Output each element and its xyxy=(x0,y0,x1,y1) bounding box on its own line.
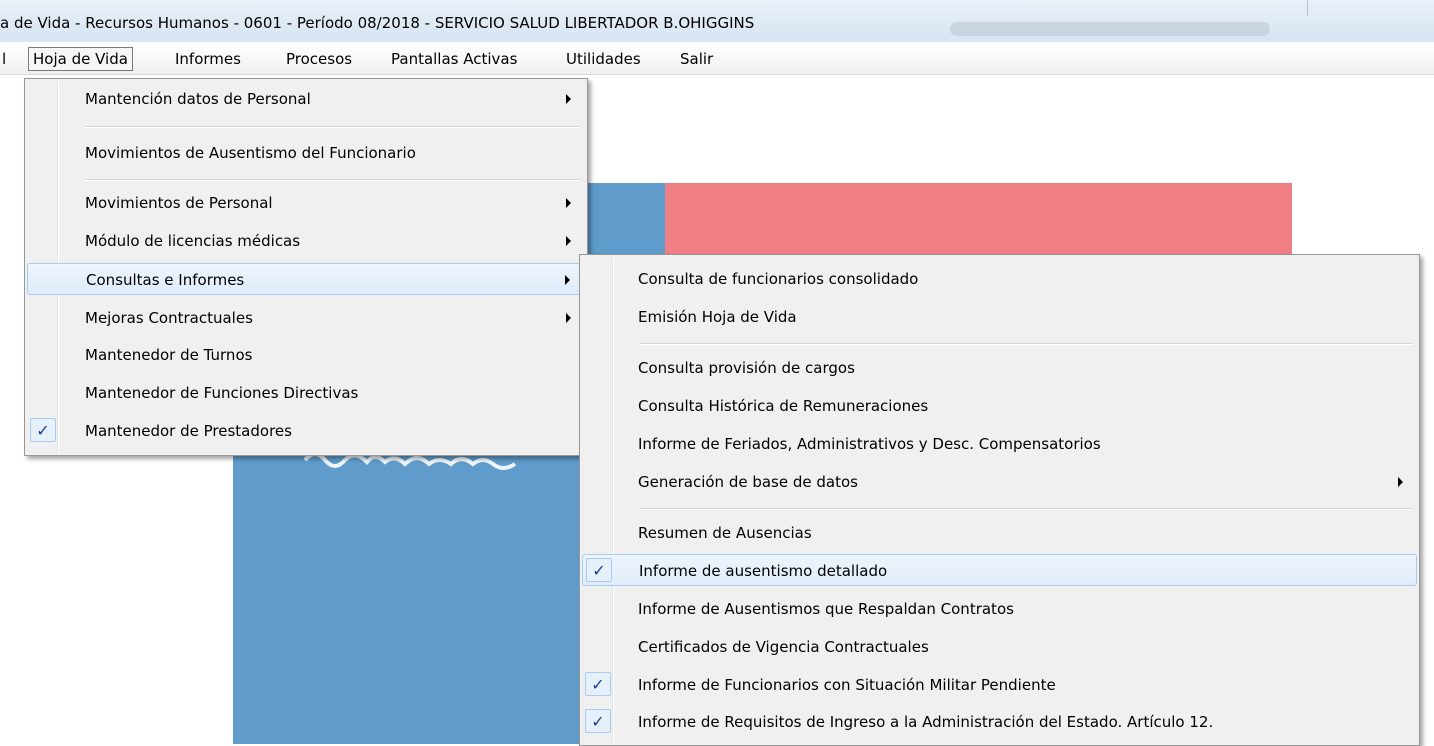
chevron-right-icon xyxy=(566,94,571,104)
menu-item-certificados-vigencia[interactable]: Certificados de Vigencia Contractuales xyxy=(582,631,1417,663)
menu-bar: l Hoja de Vida Informes Procesos Pantall… xyxy=(0,44,1434,75)
menu-item-label: Resumen de Ausencias xyxy=(638,524,812,542)
menu-item-mantenedor-turnos[interactable]: Mantenedor de Turnos xyxy=(27,339,585,371)
menu-item-label: Informe de Funcionarios con Situación Mi… xyxy=(638,676,1056,694)
menu-hoja-de-vida[interactable]: Hoja de Vida xyxy=(28,47,133,71)
check-icon: ✓ xyxy=(585,672,611,696)
menu-item-situacion-militar[interactable]: ✓ Informe de Funcionarios con Situación … xyxy=(582,669,1417,701)
chevron-right-icon xyxy=(565,275,570,285)
menu-separator xyxy=(85,179,581,181)
menu-item-label: Consulta provisión de cargos xyxy=(638,359,855,377)
chevron-right-icon xyxy=(1398,477,1403,487)
menu-item-label: Informe de ausentismo detallado xyxy=(639,562,888,580)
menu-item-label: Consulta de funcionarios consolidado xyxy=(638,270,919,288)
menu-separator xyxy=(640,343,1413,345)
menu-separator xyxy=(640,508,1413,510)
window-title: a de Vida - Recursos Humanos - 0601 - Pe… xyxy=(0,14,755,32)
menu-item-licencias-medicas[interactable]: Módulo de licencias médicas xyxy=(27,225,585,257)
menu-item-label: Certificados de Vigencia Contractuales xyxy=(638,638,929,656)
menu-item-label: Mantenedor de Turnos xyxy=(85,346,253,364)
menu-item-label: Consultas e Informes xyxy=(86,271,245,289)
menu-item-label: Mantenedor de Prestadores xyxy=(85,422,292,440)
check-icon: ✓ xyxy=(30,418,56,442)
menu-item-funcionarios-consolidado[interactable]: Consulta de funcionarios consolidado xyxy=(582,263,1417,295)
hoja-de-vida-dropdown: Mantención datos de Personal Movimientos… xyxy=(24,78,588,456)
title-bar: a de Vida - Recursos Humanos - 0601 - Pe… xyxy=(0,0,1434,42)
menu-item-movimientos-ausentismo[interactable]: Movimientos de Ausentismo del Funcionari… xyxy=(27,137,585,169)
check-icon: ✓ xyxy=(586,558,612,582)
menu-item-label: Informe de Feriados, Administrativos y D… xyxy=(638,435,1101,453)
menu-item-partial[interactable]: l xyxy=(2,48,6,70)
menu-item-mantencion-datos[interactable]: Mantención datos de Personal xyxy=(27,83,585,115)
menu-item-movimientos-personal[interactable]: Movimientos de Personal xyxy=(27,187,585,219)
menu-informes[interactable]: Informes xyxy=(175,48,241,70)
menu-item-ausentismo-detallado[interactable]: ✓ Informe de ausentismo detallado xyxy=(582,554,1417,586)
menu-item-generacion-base-datos[interactable]: Generación de base de datos xyxy=(582,466,1417,498)
title-divider xyxy=(1307,0,1308,16)
menu-item-label: Consulta Histórica de Remuneraciones xyxy=(638,397,929,415)
menu-item-mejoras-contractuales[interactable]: Mejoras Contractuales xyxy=(27,302,585,334)
menu-procesos[interactable]: Procesos xyxy=(286,48,352,70)
menu-separator xyxy=(85,126,581,128)
chevron-right-icon xyxy=(566,198,571,208)
consultas-informes-submenu: Consulta de funcionarios consolidado Emi… xyxy=(579,254,1420,746)
menu-item-label: Mejoras Contractuales xyxy=(85,309,253,327)
menu-item-provision-cargos[interactable]: Consulta provisión de cargos xyxy=(582,352,1417,384)
title-blurred-region xyxy=(950,22,1270,36)
menu-item-resumen-ausencias[interactable]: Resumen de Ausencias xyxy=(582,517,1417,549)
menu-salir[interactable]: Salir xyxy=(680,48,713,70)
menu-item-emision-hoja-vida[interactable]: Emisión Hoja de Vida xyxy=(582,301,1417,333)
menu-item-label: Informe de Requisitos de Ingreso a la Ad… xyxy=(638,713,1214,731)
background-pink-panel xyxy=(665,183,1292,263)
menu-item-informe-feriados[interactable]: Informe de Feriados, Administrativos y D… xyxy=(582,428,1417,460)
menu-pantallas-activas[interactable]: Pantallas Activas xyxy=(391,48,517,70)
menu-item-label: Mantenedor de Funciones Directivas xyxy=(85,384,359,402)
menu-item-label: Movimientos de Personal xyxy=(85,194,273,212)
chevron-right-icon xyxy=(566,236,571,246)
menu-item-label: Mantención datos de Personal xyxy=(85,90,311,108)
chevron-right-icon xyxy=(566,313,571,323)
menu-utilidades[interactable]: Utilidades xyxy=(566,48,641,70)
menu-item-label: Módulo de licencias médicas xyxy=(85,232,301,250)
menu-item-label: Emisión Hoja de Vida xyxy=(638,308,797,326)
menu-item-label: Informe de Ausentismos que Respaldan Con… xyxy=(638,600,1014,618)
menu-item-historica-remuneraciones[interactable]: Consulta Histórica de Remuneraciones xyxy=(582,390,1417,422)
check-icon: ✓ xyxy=(585,709,611,733)
menu-item-funciones-directivas[interactable]: Mantenedor de Funciones Directivas xyxy=(27,377,585,409)
menu-item-label: Generación de base de datos xyxy=(638,473,858,491)
menu-item-label: Movimientos de Ausentismo del Funcionari… xyxy=(85,144,416,162)
menu-item-ausentismos-contratos[interactable]: Informe de Ausentismos que Respaldan Con… xyxy=(582,593,1417,625)
menu-item-requisitos-ingreso[interactable]: ✓ Informe de Requisitos de Ingreso a la … xyxy=(582,706,1417,738)
menu-item-consultas-informes[interactable]: Consultas e Informes xyxy=(27,263,585,295)
menu-item-mantenedor-prestadores[interactable]: ✓ Mantenedor de Prestadores xyxy=(27,415,585,447)
